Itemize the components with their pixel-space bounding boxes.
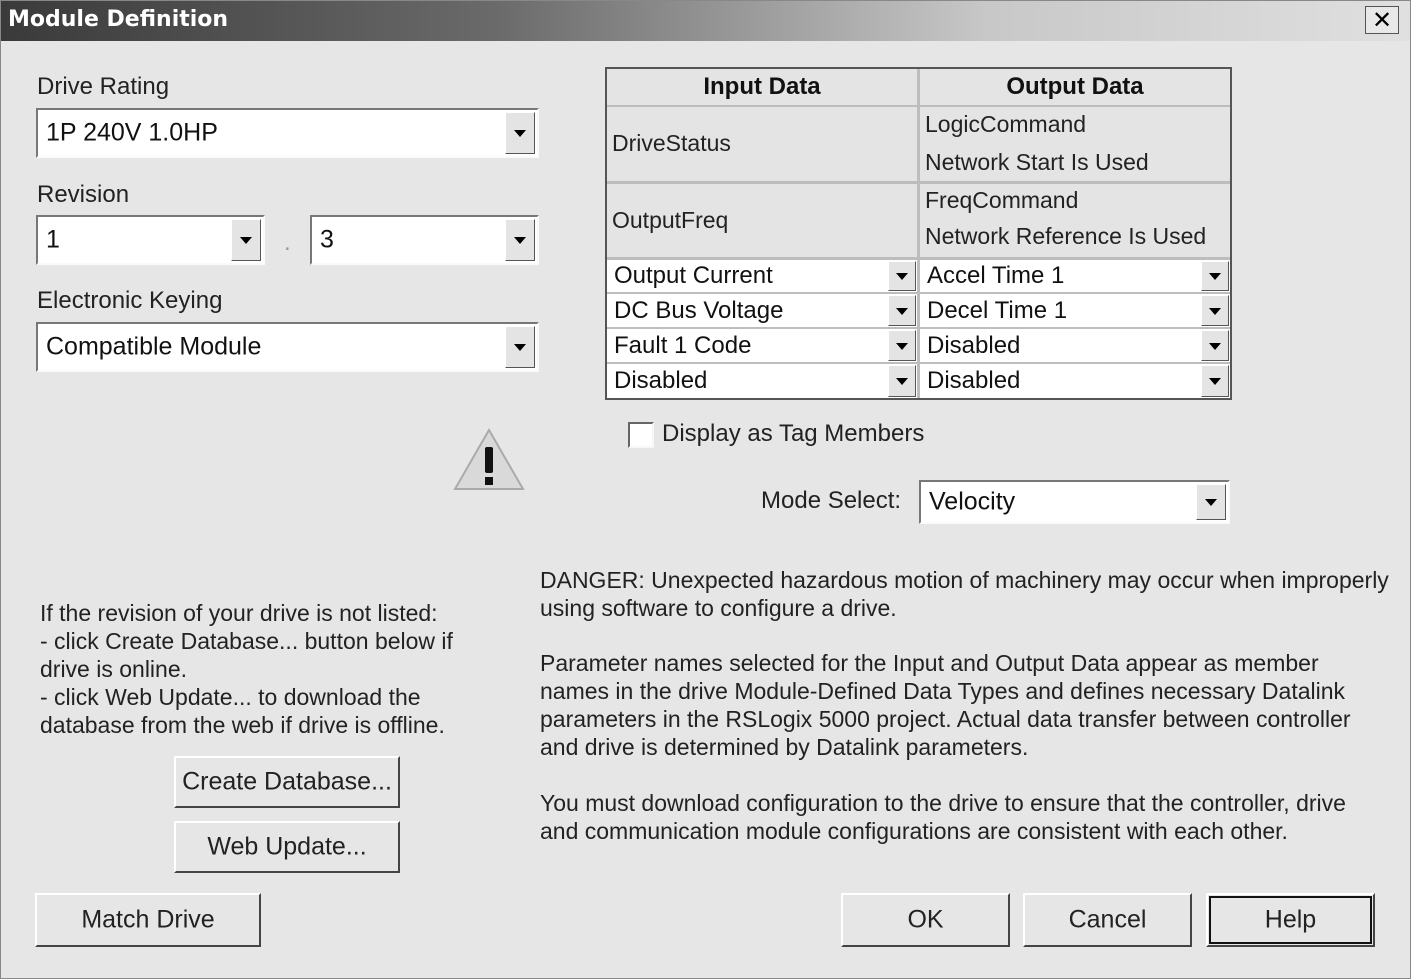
parameter-info-text: Parameter names selected for the Input a… xyxy=(540,650,1351,760)
chevron-down-icon[interactable] xyxy=(1201,261,1229,291)
input-fixed-cell: DriveStatus xyxy=(607,107,917,181)
input-data-select-1[interactable]: Output Current xyxy=(607,260,917,292)
display-as-tag-members-label[interactable]: Display as Tag Members xyxy=(662,420,924,448)
create-database-button[interactable]: Create Database... xyxy=(174,756,400,808)
output-fixed-value: FreqCommand xyxy=(925,187,1079,213)
web-update-button[interactable]: Web Update... xyxy=(174,821,400,873)
close-button[interactable]: ✕ xyxy=(1365,6,1399,34)
help-line: - click Web Update... to download the xyxy=(40,684,421,710)
cancel-button[interactable]: Cancel xyxy=(1023,893,1192,947)
display-as-tag-members-checkbox[interactable] xyxy=(628,422,654,448)
revision-major-select[interactable]: 1 xyxy=(36,215,265,265)
mode-select-value: Velocity xyxy=(929,487,1016,516)
output-data-select-4[interactable]: Disabled xyxy=(920,364,1230,398)
revision-minor-value: 3 xyxy=(320,225,334,254)
chevron-down-icon[interactable] xyxy=(231,219,261,261)
electronic-keying-select[interactable]: Compatible Module xyxy=(36,322,539,372)
input-data-value: Fault 1 Code xyxy=(614,331,752,359)
electronic-keying-value: Compatible Module xyxy=(46,332,262,361)
input-data-select-2[interactable]: DC Bus Voltage xyxy=(607,294,917,327)
chevron-down-icon[interactable] xyxy=(1201,330,1229,361)
chevron-down-icon[interactable] xyxy=(505,219,535,261)
input-data-header: Input Data xyxy=(607,69,917,105)
create-database-label: Create Database... xyxy=(182,767,392,796)
drive-rating-label: Drive Rating xyxy=(37,73,170,100)
revision-label: Revision xyxy=(37,181,130,208)
help-label: Help xyxy=(1264,905,1317,934)
drive-rating-select[interactable]: 1P 240V 1.0HP xyxy=(36,108,539,158)
output-fixed-cell: LogicCommand Network Start Is Used xyxy=(920,107,1230,181)
help-button[interactable]: Help xyxy=(1206,893,1375,947)
help-line: If the revision of your drive is not lis… xyxy=(40,600,438,626)
output-data-value: Disabled xyxy=(927,367,1021,394)
input-fixed-cell: OutputFreq xyxy=(607,184,917,257)
output-data-select-1[interactable]: Accel Time 1 xyxy=(920,260,1230,292)
input-data-select-4[interactable]: Disabled xyxy=(607,364,917,398)
mode-select-dropdown[interactable]: Velocity xyxy=(919,480,1230,524)
revision-minor-select[interactable]: 3 xyxy=(310,215,539,265)
warning-triangle-icon xyxy=(453,427,525,490)
help-line: - click Create Database... button below … xyxy=(40,628,453,654)
output-data-select-3[interactable]: Disabled xyxy=(920,329,1230,362)
output-fixed-note: Network Reference Is Used xyxy=(925,223,1207,249)
web-update-label: Web Update... xyxy=(207,832,367,861)
datalink-table: Input Data Output Data DriveStatus Logic… xyxy=(605,67,1232,400)
match-drive-button[interactable]: Match Drive xyxy=(35,893,261,947)
chevron-down-icon[interactable] xyxy=(505,112,535,154)
mode-select-label: Mode Select: xyxy=(761,487,902,514)
chevron-down-icon[interactable] xyxy=(1196,484,1226,520)
revision-major-value: 1 xyxy=(46,225,60,254)
chevron-down-icon[interactable] xyxy=(505,326,535,368)
chevron-down-icon[interactable] xyxy=(888,330,916,361)
input-data-value: Disabled xyxy=(614,367,708,394)
module-definition-dialog: Module Definition ✕ Drive Rating 1P 240V… xyxy=(0,0,1411,979)
chevron-down-icon[interactable] xyxy=(888,261,916,291)
output-data-value: Decel Time 1 xyxy=(927,296,1068,324)
output-fixed-cell: FreqCommand Network Reference Is Used xyxy=(920,184,1230,257)
input-data-value: Output Current xyxy=(614,262,773,289)
chevron-down-icon[interactable] xyxy=(888,295,916,326)
chevron-down-icon[interactable] xyxy=(1201,365,1229,397)
input-data-select-3[interactable]: Fault 1 Code xyxy=(607,329,917,362)
chevron-down-icon[interactable] xyxy=(888,365,916,397)
electronic-keying-label: Electronic Keying xyxy=(37,287,223,314)
ok-label: OK xyxy=(907,905,944,934)
help-line: database from the web if drive is offlin… xyxy=(40,712,445,738)
output-data-value: Disabled xyxy=(927,331,1021,359)
output-data-select-2[interactable]: Decel Time 1 xyxy=(920,294,1230,327)
match-drive-label: Match Drive xyxy=(81,905,215,934)
title-bar[interactable]: Module Definition ✕ xyxy=(1,1,1410,41)
chevron-down-icon[interactable] xyxy=(1201,295,1229,326)
input-data-value: DC Bus Voltage xyxy=(614,296,784,324)
ok-button[interactable]: OK xyxy=(841,893,1010,947)
output-data-value: Accel Time 1 xyxy=(927,262,1065,289)
revision-separator: . xyxy=(284,229,291,256)
download-info-text: You must download configuration to the d… xyxy=(540,790,1346,844)
cancel-label: Cancel xyxy=(1068,905,1147,934)
danger-warning-text: DANGER: Unexpected hazardous motion of m… xyxy=(540,567,1389,621)
drive-rating-value: 1P 240V 1.0HP xyxy=(46,118,218,147)
output-fixed-note: Network Start Is Used xyxy=(925,149,1149,175)
output-data-header: Output Data xyxy=(920,69,1230,105)
window-title: Module Definition xyxy=(8,7,229,32)
input-fixed-value: OutputFreq xyxy=(612,207,729,233)
input-fixed-value: DriveStatus xyxy=(612,130,731,156)
output-fixed-value: LogicCommand xyxy=(925,111,1087,137)
revision-help-text: If the revision of your drive is not lis… xyxy=(40,599,510,739)
help-line: drive is online. xyxy=(40,656,188,682)
